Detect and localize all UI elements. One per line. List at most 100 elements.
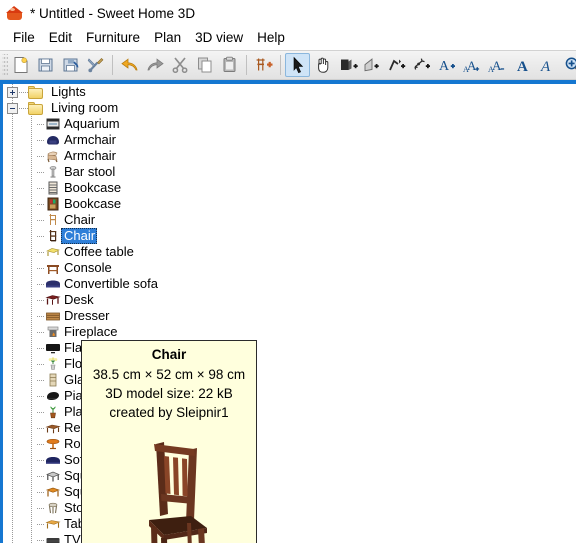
room-plus-icon — [363, 56, 383, 74]
add-texts-button[interactable]: A — [435, 53, 460, 77]
select-tool-button[interactable] — [285, 53, 310, 77]
tooltip-dimensions: 38.5 cm × 52 cm × 98 cm — [82, 365, 256, 384]
glass-shelf-icon — [45, 373, 61, 387]
create-rooms-button[interactable] — [360, 53, 385, 77]
svg-text:A: A — [488, 65, 494, 74]
redo-button[interactable] — [142, 53, 167, 77]
text-plus-icon: A — [438, 56, 458, 74]
increase-text-size-button[interactable]: A A — [460, 53, 485, 77]
add-chair-plus-icon — [254, 56, 274, 74]
main-toolbar: A A A A A A — [0, 50, 576, 80]
tree-group-label: Lights — [47, 84, 88, 100]
save-button[interactable] — [58, 53, 83, 77]
tree-item-row[interactable]: Chair — [3, 228, 576, 244]
decrease-text-size-button[interactable]: A A — [485, 53, 510, 77]
create-polylines-button[interactable] — [385, 53, 410, 77]
tv-unit-icon — [45, 533, 61, 543]
svg-text:A: A — [439, 59, 450, 74]
bookcase-wood-icon — [45, 197, 61, 211]
coffee-table-icon — [45, 245, 61, 259]
console-table-icon — [45, 261, 61, 275]
toolbar-drag-handle[interactable] — [2, 54, 8, 76]
dimension-plus-icon — [413, 56, 433, 74]
preferences-button[interactable] — [83, 53, 108, 77]
menu-furniture[interactable]: Furniture — [79, 28, 147, 48]
copy-pages-icon — [196, 56, 214, 74]
toolbar-separator-2 — [246, 55, 247, 75]
tree-connector — [37, 332, 45, 333]
tree-connector — [37, 412, 45, 413]
tree-connector — [37, 396, 45, 397]
tree-connector — [37, 172, 45, 173]
tree-connector — [37, 428, 45, 429]
paste-button[interactable] — [217, 53, 242, 77]
tree-item-row[interactable]: Bar stool — [3, 164, 576, 180]
collapse-node-icon[interactable] — [7, 103, 18, 114]
tree-connector — [37, 348, 45, 349]
open-button[interactable] — [33, 53, 58, 77]
furniture-catalog-tree-panel[interactable]: LightsLiving roomAquariumArmchairArmchai… — [0, 84, 576, 543]
flat-tv-icon — [45, 341, 61, 355]
pan-tool-button[interactable] — [310, 53, 335, 77]
tree-item-row[interactable]: Bookcase — [3, 180, 576, 196]
tree-item-label: Aquarium — [61, 116, 122, 132]
new-home-button[interactable] — [8, 53, 33, 77]
folder-icon — [28, 86, 44, 99]
tooltip-title: Chair — [82, 345, 256, 365]
undo-button[interactable] — [117, 53, 142, 77]
tree-item-row[interactable]: Desk — [3, 292, 576, 308]
tree-item-row[interactable]: Dresser — [3, 308, 576, 324]
sweet-home-3d-logo-icon — [6, 5, 23, 22]
tree-item-label: Fireplace — [61, 324, 119, 340]
square-coffee-table-icon — [45, 469, 61, 483]
zoom-in-button[interactable] — [560, 53, 576, 77]
tree-connector — [37, 508, 45, 509]
copy-button[interactable] — [192, 53, 217, 77]
tree-connector — [37, 524, 45, 525]
stool-icon — [45, 501, 61, 515]
italic-text-icon: A — [540, 56, 556, 74]
tree-item-row[interactable]: Aquarium — [3, 116, 576, 132]
tree-connector — [37, 156, 45, 157]
table-icon — [45, 517, 61, 531]
tree-item-row[interactable]: Armchair — [3, 132, 576, 148]
plant-icon — [45, 405, 61, 419]
tree-connector — [37, 444, 45, 445]
tree-item-label: Armchair — [61, 148, 118, 164]
svg-text:A: A — [517, 59, 528, 74]
tree-item-row[interactable]: Armchair — [3, 148, 576, 164]
tree-item-row[interactable]: Convertible sofa — [3, 276, 576, 292]
tree-item-row[interactable]: Console — [3, 260, 576, 276]
toggle-italic-button[interactable]: A — [535, 53, 560, 77]
bar-stool-icon — [45, 165, 61, 179]
create-walls-button[interactable] — [335, 53, 360, 77]
arrow-cursor-icon — [290, 56, 306, 74]
menu-edit[interactable]: Edit — [42, 28, 79, 48]
menu-file[interactable]: File — [6, 28, 42, 48]
tree-item-label: Coffee table — [61, 244, 136, 260]
rectangular-table-icon — [45, 421, 61, 435]
toolbar-separator-3 — [280, 55, 281, 75]
expand-node-icon[interactable] — [7, 87, 18, 98]
cut-button[interactable] — [167, 53, 192, 77]
toggle-bold-button[interactable]: A — [510, 53, 535, 77]
add-furniture-button[interactable] — [251, 53, 276, 77]
svg-text:A: A — [463, 65, 469, 74]
tree-connector — [37, 124, 45, 125]
tree-item-row[interactable]: Bookcase — [3, 196, 576, 212]
tree-item-row[interactable]: Coffee table — [3, 244, 576, 260]
tree-item-row[interactable]: Chair — [3, 212, 576, 228]
menu-3d-view[interactable]: 3D view — [188, 28, 250, 48]
tree-group-row[interactable]: Living room — [3, 100, 576, 116]
menu-help[interactable]: Help — [250, 28, 292, 48]
menu-plan[interactable]: Plan — [147, 28, 188, 48]
hand-pan-icon — [314, 56, 332, 74]
svg-text:A: A — [540, 59, 551, 74]
create-dimensions-button[interactable] — [410, 53, 435, 77]
tree-connector — [19, 92, 28, 93]
tree-connector — [37, 220, 45, 221]
tree-group-row[interactable]: Lights — [3, 84, 576, 100]
tree-item-row[interactable]: Fireplace — [3, 324, 576, 340]
text-increase-icon: A A — [463, 56, 483, 74]
tree-connector — [37, 380, 45, 381]
